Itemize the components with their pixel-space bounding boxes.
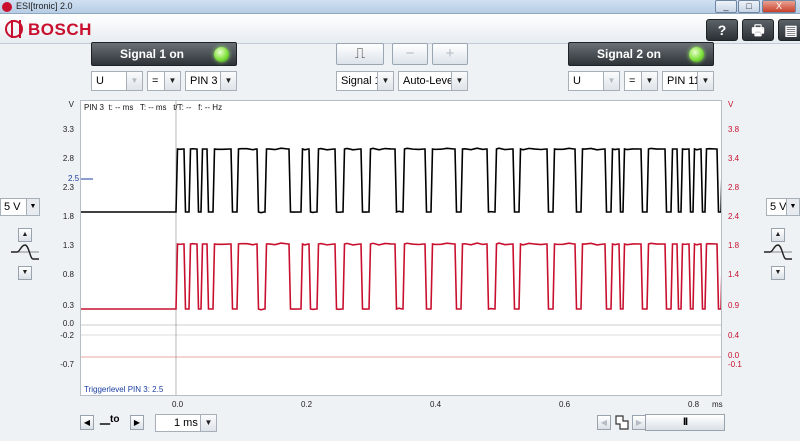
x-tick: 0.4 xyxy=(430,400,442,409)
cursor-icon[interactable] xyxy=(614,413,630,431)
signal-1-offset-down-button[interactable]: ▼ xyxy=(18,266,32,280)
x-tick: 0.8 xyxy=(688,400,700,409)
x-axis-unit: ms xyxy=(712,400,723,409)
signal-1-unit-select[interactable]: U ▼ xyxy=(91,71,143,91)
trigger-pos-right-button[interactable]: ▶ xyxy=(130,415,144,430)
menu-button[interactable]: ▤ xyxy=(778,19,800,41)
x-tick: 0.6 xyxy=(559,400,571,409)
left-axis-tick: 2.3 xyxy=(62,183,74,192)
right-axis-tick: 2.4 xyxy=(728,212,740,221)
trigger-level-marker: 2.5 xyxy=(68,174,80,183)
trigger-mode-select[interactable]: Auto-Level ▼ xyxy=(398,71,468,91)
signal-2-label: Signal 2 on xyxy=(597,47,662,61)
signal-2-offset-up-button[interactable]: ▲ xyxy=(771,228,785,242)
left-axis-unit: V xyxy=(68,100,74,109)
right-axis-tick: 2.8 xyxy=(728,183,740,192)
chevron-down-icon: ▼ xyxy=(164,72,180,90)
waveform-canvas xyxy=(81,101,721,395)
left-axis-tick: 0.0 xyxy=(62,319,74,328)
x-tick: 0.2 xyxy=(301,400,313,409)
chevron-down-icon: ▼ xyxy=(786,199,799,215)
signal-2-offset-down-button[interactable]: ▼ xyxy=(771,266,785,280)
trigger-minus-button[interactable]: − xyxy=(392,43,428,65)
signal-1-offset-up-button[interactable]: ▲ xyxy=(18,228,32,242)
brand-logo: BOSCH xyxy=(28,20,92,39)
signal-2-led-icon xyxy=(689,47,704,62)
signal-1-pin-select[interactable]: PIN 3 ▼ xyxy=(185,71,237,91)
signal-1-coupling-select[interactable]: = ▼ xyxy=(147,71,181,91)
signal-1-toggle[interactable]: Signal 1 on xyxy=(91,42,237,66)
chevron-down-icon: ▼ xyxy=(126,72,142,90)
timebase-select[interactable]: 1 ms ▼ xyxy=(155,414,217,432)
title-bar: ESI[tronic] 2.0 _ □ X xyxy=(0,0,800,14)
left-axis-tick: 0.3 xyxy=(62,301,74,310)
right-axis-tick: 3.8 xyxy=(728,125,740,134)
trigger-level-label: Triggerlevel PIN 3: 2.5 xyxy=(84,385,164,394)
trigger-pos-left-button[interactable]: ◀ xyxy=(80,415,94,430)
signal-1-volts-div-select[interactable]: 5 V ▼ xyxy=(0,198,40,216)
signal-2-toggle[interactable]: Signal 2 on xyxy=(568,42,714,66)
app-icon xyxy=(2,2,12,12)
app-header: BOSCH ? 🖶 ▤ xyxy=(0,14,800,44)
trigger-source-select[interactable]: Signal 1 ▼ xyxy=(336,71,394,91)
print-button[interactable]: 🖶 xyxy=(742,19,774,41)
trigger-edge-button[interactable]: ⎍ xyxy=(336,43,384,65)
left-axis-tick: 1.8 xyxy=(62,212,74,221)
help-button[interactable]: ? xyxy=(706,19,738,41)
chevron-down-icon: ▼ xyxy=(200,415,216,431)
close-button[interactable]: X xyxy=(762,0,796,13)
right-axis-tick: -0.1 xyxy=(728,360,742,369)
right-axis-tick: 0.0 xyxy=(728,351,740,360)
cursor-right-button[interactable]: ▶ xyxy=(632,415,646,430)
right-axis-tick: 1.4 xyxy=(728,270,740,279)
signal-1-label: Signal 1 on xyxy=(120,47,185,61)
left-axis-tick: 2.8 xyxy=(62,154,74,163)
right-axis-tick: 0.9 xyxy=(728,301,740,310)
trigger-plus-button[interactable]: + xyxy=(432,43,468,65)
left-axis-tick: 3.3 xyxy=(62,125,74,134)
right-axis-tick: 1.8 xyxy=(728,241,740,250)
signal-2-offset-wave-icon xyxy=(764,244,792,260)
left-axis-tick: 0.8 xyxy=(62,270,74,279)
measurement-readout: PIN 3 t: -- ms T: -- ms t/T: -- f: -- Hz xyxy=(84,103,223,112)
left-axis-tick: -0.2 xyxy=(60,331,74,340)
right-axis-unit: V xyxy=(728,100,734,109)
chevron-down-icon: ▼ xyxy=(603,72,619,90)
signal-2-unit-select[interactable]: U ▼ xyxy=(568,71,620,91)
pause-button[interactable]: II xyxy=(645,414,725,431)
signal-1-led-icon xyxy=(214,47,229,62)
oscilloscope-plot[interactable] xyxy=(80,100,722,396)
left-axis-tick: -0.7 xyxy=(60,360,74,369)
signal-2-pin-select[interactable]: PIN 11 ▼ xyxy=(662,71,714,91)
left-axis-tick: 1.3 xyxy=(62,241,74,250)
right-axis-tick: 0.4 xyxy=(728,331,740,340)
chevron-down-icon: ▼ xyxy=(26,199,39,215)
right-axis-tick: 3.4 xyxy=(728,154,740,163)
bosch-logo-icon xyxy=(5,20,23,38)
signal-1-trace xyxy=(81,147,721,214)
signal-2-coupling-select[interactable]: = ▼ xyxy=(624,71,658,91)
chevron-down-icon: ▼ xyxy=(377,72,393,90)
minimize-button[interactable]: _ xyxy=(715,0,737,13)
signal-2-trace xyxy=(81,242,721,311)
chevron-down-icon: ▼ xyxy=(641,72,657,90)
chevron-down-icon: ▼ xyxy=(451,72,467,90)
window-title: ESI[tronic] 2.0 xyxy=(16,1,73,11)
signal-1-offset-wave-icon xyxy=(11,244,39,260)
signal-2-volts-div-select[interactable]: 5 V ▼ xyxy=(766,198,800,216)
maximize-button[interactable]: □ xyxy=(738,0,760,13)
cursor-left-button[interactable]: ◀ xyxy=(597,415,611,430)
x-tick: 0.0 xyxy=(172,400,184,409)
trigger-position-icon: ⎽to xyxy=(100,414,120,425)
chevron-down-icon: ▼ xyxy=(220,72,236,90)
chevron-down-icon: ▼ xyxy=(697,72,713,90)
